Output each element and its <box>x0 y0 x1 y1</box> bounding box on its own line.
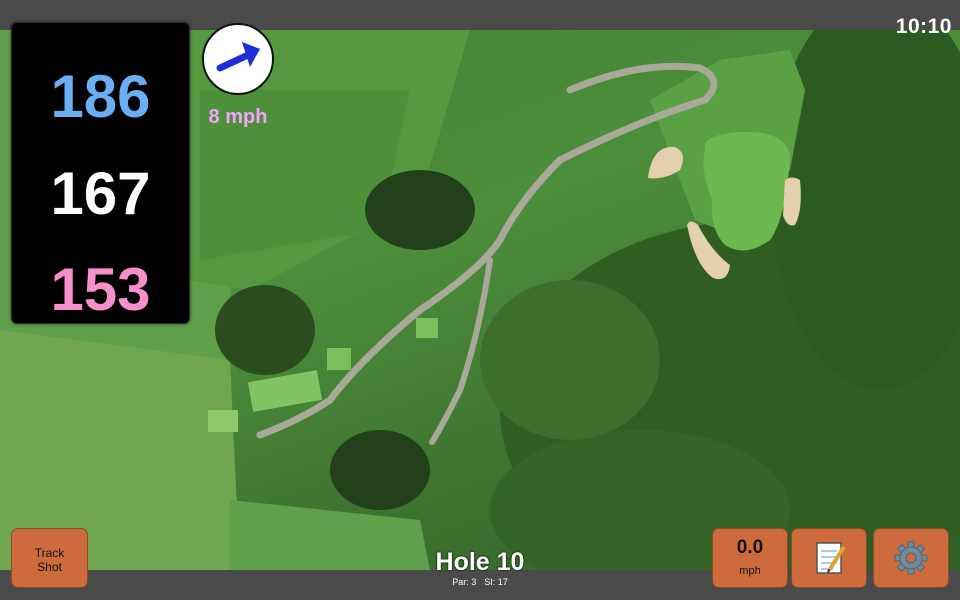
tree-shadow <box>215 285 315 375</box>
front-yardage: 153 <box>50 256 151 323</box>
back-yardage: 186 <box>50 63 151 130</box>
gear-icon <box>894 541 928 575</box>
middle-yardage: 167 <box>50 160 151 227</box>
settings-button[interactable] <box>873 528 949 588</box>
hole-stroke-index: SI: 17 <box>484 577 508 587</box>
hole-title: Hole 10 <box>435 548 525 576</box>
hole-par: Par: 3 <box>452 577 477 587</box>
wind-indicator <box>202 23 274 95</box>
track-shot-label-line1: Track <box>34 546 65 560</box>
wind-arrow-icon <box>216 42 260 72</box>
wind-speed-label: 8 mph <box>208 106 268 128</box>
clock: 10:10 <box>895 15 952 38</box>
tree-shadow <box>365 170 475 250</box>
notepad-icon <box>816 542 846 574</box>
trees-center <box>480 280 660 440</box>
tee-box <box>327 348 351 370</box>
speed-button[interactable]: 0.0 mph <box>712 528 788 588</box>
tee-box <box>208 410 238 432</box>
tree-shadow <box>330 430 430 510</box>
track-shot-button[interactable]: Track Shot <box>11 528 88 588</box>
notes-button[interactable] <box>791 528 867 588</box>
track-shot-label-line2: Shot <box>37 560 62 574</box>
tee-box <box>416 318 438 338</box>
speed-value: 0.0 <box>736 537 764 558</box>
tee-box <box>247 370 323 412</box>
yardage-panel: 186 167 153 <box>11 22 190 324</box>
hole-details: Par: 3 SI: 17 <box>380 577 580 587</box>
speed-unit: mph <box>739 565 761 577</box>
